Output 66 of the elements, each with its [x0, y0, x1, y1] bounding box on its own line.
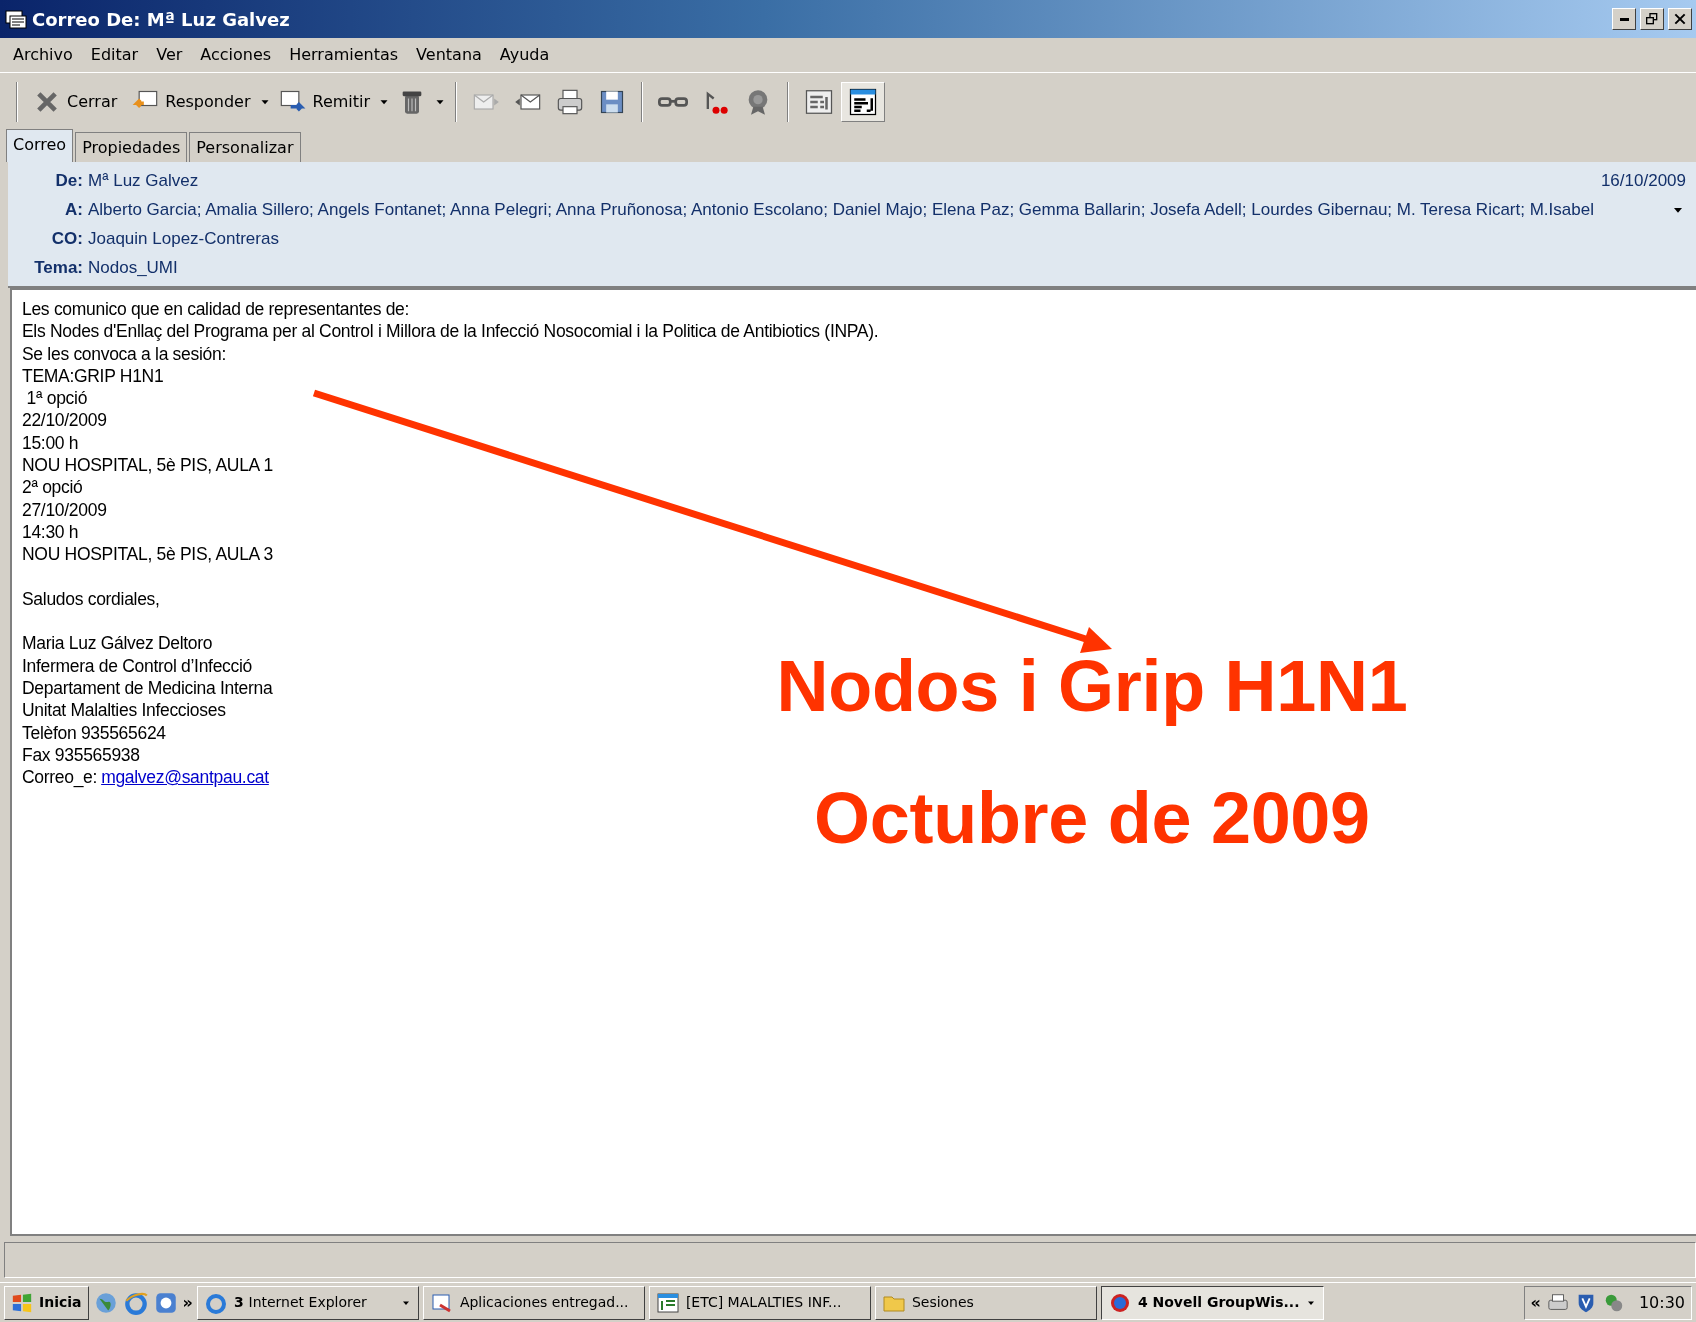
- message-line: NOU HOSPITAL, 5è PIS, AULA 1: [22, 454, 274, 477]
- minimize-button[interactable]: [1612, 8, 1636, 30]
- message-line: Se les convoca a la sesión:: [22, 342, 227, 365]
- close-icon: [1672, 11, 1688, 27]
- tray-toggle[interactable]: «: [1530, 1290, 1541, 1315]
- clock-text: 10:30: [1638, 1291, 1685, 1314]
- field-value: Joaquin Lopez-Contreras: [88, 227, 279, 250]
- start-button[interactable]: Inicia: [4, 1285, 89, 1320]
- window-title: Correo De: Mª Luz Galvez: [32, 7, 290, 32]
- message-line: Infermera de Control d’Infecció: [22, 654, 253, 678]
- tab[interactable]: Propiedades: [75, 132, 188, 162]
- close-button[interactable]: [1668, 8, 1692, 30]
- message-line: Saludos cordiales,: [22, 587, 161, 611]
- menu-item[interactable]: Ventana: [407, 43, 491, 67]
- more-button[interactable]: »: [182, 1290, 193, 1315]
- message-line: Telèfon 935565624: [22, 721, 167, 744]
- field-value: Mª Luz Galvez: [88, 169, 199, 192]
- email-link[interactable]: mgalvez@santpau.cat: [101, 766, 269, 789]
- toolbar-button[interactable]: Responder: [124, 82, 258, 121]
- taskbar-button[interactable]: 3 Internet Explorer: [196, 1285, 419, 1320]
- field-label: CO:: [50, 227, 84, 250]
- menu-item[interactable]: Acciones: [191, 43, 281, 67]
- taskbar-button[interactable]: 4 Novell GroupWis...: [1100, 1285, 1325, 1320]
- taskbar-button[interactable]: Sesiones: [874, 1285, 1097, 1320]
- message-line: Maria Luz Gálvez Deltoro: [22, 632, 214, 655]
- taskbar-button[interactable]: [ETC] MALALTIES INF...: [648, 1285, 871, 1320]
- field-value: Nodos_UMI: [88, 256, 178, 279]
- message-line: NOU HOSPITAL, 5è PIS, AULA 3: [22, 543, 274, 566]
- windows-logo-icon: [11, 1291, 33, 1314]
- glasses-icon: [658, 96, 689, 107]
- field-value: Alberto Garcia; Amalia Sillero; Angels Fontanet; Anna Pelegri; Anna Pruñonosa; Antonio Escolano; Daniel Majo; Elena Paz; Gemma Ballarin; Josefa Adell; Lourdes Gibernau; M. Teresa Ricart; M.Isabel: [88, 198, 1594, 221]
- printer-icon: [556, 87, 585, 116]
- menu-item[interactable]: Archivo: [4, 43, 82, 67]
- window-icon: [655, 1290, 680, 1315]
- restore-button[interactable]: [1640, 8, 1664, 30]
- date-text: 16/10/2009: [1600, 169, 1686, 192]
- taskbar-button[interactable]: Aplicaciones entregad...: [422, 1285, 645, 1320]
- tab[interactable]: Personalizar: [189, 132, 301, 162]
- menu-item[interactable]: Editar: [81, 43, 148, 67]
- view-button[interactable]: [841, 81, 886, 122]
- message-line: Unitat Malalties Infeccioses: [22, 699, 227, 722]
- toolbar-button[interactable]: Cerrar: [26, 82, 125, 121]
- message-line: TEMA:GRIP H1N1: [22, 364, 165, 388]
- toolbar-button[interactable]: Remitir: [271, 82, 378, 121]
- menu-item[interactable]: Ayuda: [490, 43, 559, 67]
- annotation-subtitle: Octubre de 2009: [813, 782, 1371, 854]
- message-line: Departament de Medicina Interna: [22, 677, 274, 700]
- message-line: 2ª opció: [22, 476, 84, 499]
- field-label: Tema:: [33, 256, 84, 279]
- message-line: 27/10/2009: [22, 498, 108, 521]
- layout-icon: [848, 86, 879, 117]
- menu-item[interactable]: Ver: [147, 43, 192, 67]
- minimize-icon: [1619, 17, 1629, 21]
- tab[interactable]: Correo: [6, 129, 74, 162]
- message-line: 14:30 h: [22, 520, 80, 544]
- message-line: 15:00 h: [22, 431, 80, 455]
- restore-icon: [1644, 11, 1660, 27]
- message-line: 22/10/2009: [22, 409, 108, 432]
- message-line: Les comunico que en calidad de representantes de:: [22, 298, 411, 321]
- message-line: Correo_e:: [22, 766, 98, 789]
- message-line: Els Nodes d'Enllaç del Programa per al Control i Millora de la Infecció Nosocomial i la Politica de Antibiotics (INPA).: [22, 320, 880, 343]
- message-line: Fax 935565938: [22, 743, 141, 767]
- field-label: De:: [54, 169, 84, 192]
- field-label: A:: [64, 198, 84, 221]
- menu-item[interactable]: Herramientas: [280, 43, 408, 67]
- message-line: 1ª opció: [25, 387, 89, 410]
